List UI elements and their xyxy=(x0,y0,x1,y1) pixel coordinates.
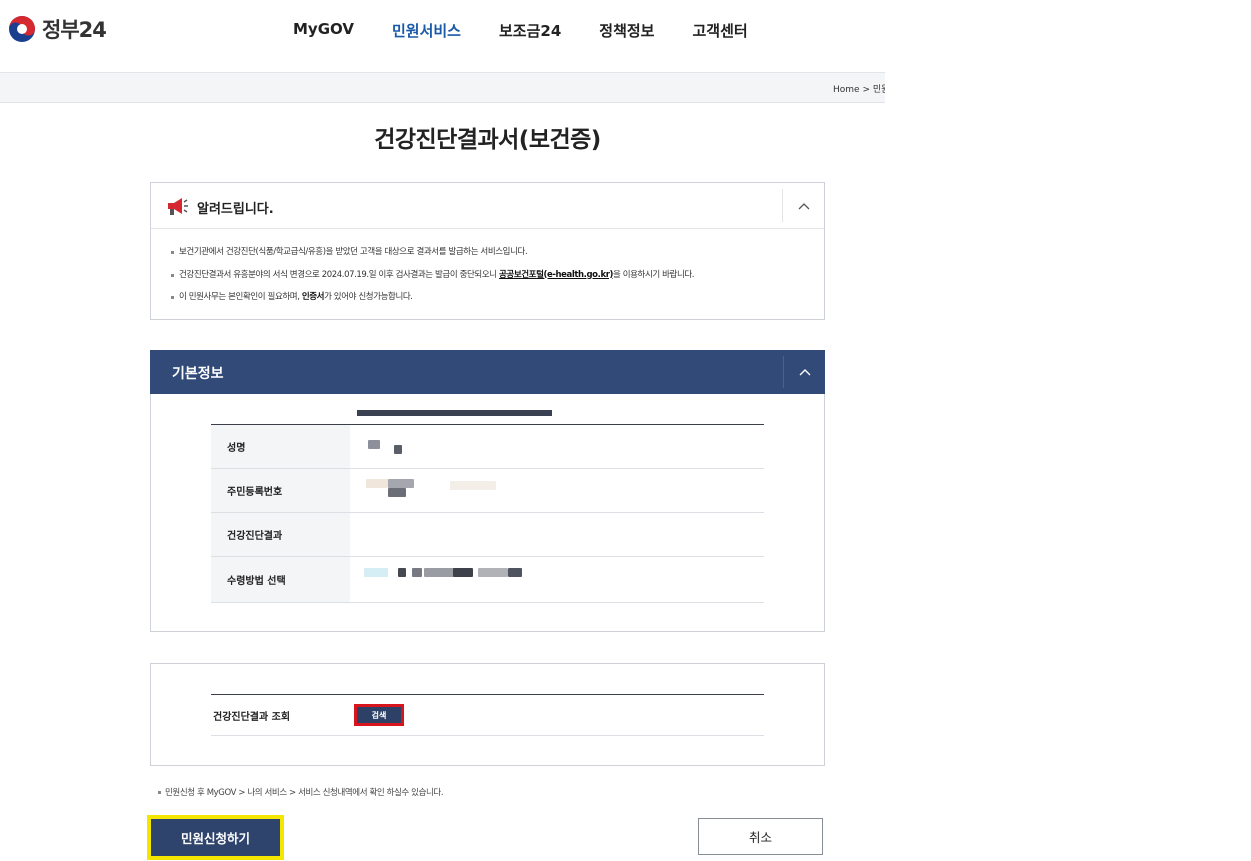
notice-list: 보건기관에서 건강진단(식품/학교급식/유흥)을 받았던 고객을 대상으로 결과… xyxy=(151,229,824,309)
nav-customer-center[interactable]: 고객센터 xyxy=(692,20,747,41)
receive-method-label: 수령방법 선택 xyxy=(211,557,350,602)
health-result-value xyxy=(350,513,551,556)
basic-info-body: 성명 주민등록번호 건강진단결과 수령방법 선택 xyxy=(150,394,825,632)
basic-info-table: 성명 주민등록번호 건강진단결과 수령방법 선택 xyxy=(211,425,764,603)
breadcrumb-bar: Home > 민원 xyxy=(0,72,885,103)
nav-policy-info[interactable]: 정책정보 xyxy=(599,20,654,41)
notice-title: 알려드립니다. xyxy=(197,202,274,217)
breadcrumb-home[interactable]: Home xyxy=(833,85,860,95)
breadcrumb-separator: > xyxy=(862,85,870,95)
chevron-up-icon xyxy=(798,202,809,209)
search-button[interactable]: 검색 xyxy=(357,707,401,723)
logo-text: 정부24 xyxy=(42,18,107,42)
site-header: 정부24 MyGOV 민원서비스 보조금24 정책정보 고객센터 xyxy=(0,0,1251,72)
table-row: 주민등록번호 xyxy=(211,469,764,513)
notice-item: 이 민원사무는 본인확인이 필요하며, 인증서가 있어야 신청가능합니다. xyxy=(171,286,824,309)
resident-number-value-redacted xyxy=(350,469,551,512)
table-row: 건강진단결과 조회 검색 xyxy=(211,695,764,736)
taegeuk-logo-icon xyxy=(9,16,35,42)
ehealth-portal-link[interactable]: 공공보건포털(e-health.go.kr) xyxy=(499,270,613,280)
cancel-button[interactable]: 취소 xyxy=(698,818,823,855)
notice-panel: 알려드립니다. 보건기관에서 건강진단(식품/학교급식/유흥)을 받았던 고객을… xyxy=(150,182,825,320)
notice-item-text: 을 이용하시기 바랍니다. xyxy=(612,269,695,280)
health-result-search-panel: 건강진단결과 조회 검색 xyxy=(150,663,825,766)
basic-info-title: 기본정보 xyxy=(172,366,224,382)
name-label: 성명 xyxy=(211,425,350,468)
breadcrumb: Home > 민원 xyxy=(833,82,885,95)
notice-item: 보건기관에서 건강진단(식품/학교급식/유흥)을 받았던 고객을 대상으로 결과… xyxy=(171,241,824,264)
main-nav: MyGOV 민원서비스 보조금24 정책정보 고객센터 xyxy=(293,20,786,41)
table-row: 건강진단결과 xyxy=(211,513,764,557)
notice-item-text: 이 민원사무는 본인확인이 필요하며, xyxy=(179,292,302,302)
notice-item-text: 건강진단결과서 유흥분야의 서식 변경으로 2024.07.19.일 이후 검사… xyxy=(179,269,499,280)
gov24-logo[interactable]: 정부24 xyxy=(8,14,107,44)
health-result-search-label: 건강진단결과 조회 xyxy=(213,712,291,723)
nav-civil-service[interactable]: 민원서비스 xyxy=(392,20,461,41)
nav-subsidy24[interactable]: 보조금24 xyxy=(499,20,561,41)
basic-info-header: 기본정보 xyxy=(150,350,825,394)
resident-number-label: 주민등록번호 xyxy=(211,469,350,512)
table-row: 성명 xyxy=(211,425,764,469)
basic-info-collapse-button[interactable] xyxy=(783,356,825,388)
name-value-redacted xyxy=(350,425,551,468)
table-row: 수령방법 선택 xyxy=(211,557,764,603)
page-title: 건강진단결과서(보건증) xyxy=(374,127,601,153)
breadcrumb-current[interactable]: 민원 xyxy=(873,85,885,95)
search-button-highlight: 검색 xyxy=(354,704,404,726)
notice-item: 건강진단결과서 유흥분야의 서식 변경으로 2024.07.19.일 이후 검사… xyxy=(171,264,824,287)
nav-mygov[interactable]: MyGOV xyxy=(293,20,354,41)
notice-item-bold: 인증서 xyxy=(301,292,325,302)
receive-method-value-redacted[interactable] xyxy=(350,557,551,602)
notice-header: 알려드립니다. xyxy=(151,183,824,229)
notice-item-text: 보건기관에서 건강진단(식품/학교급식/유흥)을 받았던 고객을 대상으로 결과… xyxy=(179,247,528,257)
megaphone-icon xyxy=(168,198,188,215)
footnote: 민원신청 후 MyGOV > 나의 서비스 > 서비스 신청내역에서 확인 하실… xyxy=(157,788,444,798)
health-result-label: 건강진단결과 xyxy=(211,513,350,556)
apply-button[interactable]: 민원신청하기 xyxy=(151,819,280,856)
notice-collapse-button[interactable] xyxy=(782,189,824,222)
redaction-bar xyxy=(357,410,552,416)
chevron-up-icon xyxy=(799,369,810,376)
notice-item-text: 가 있어야 신청가능합니다. xyxy=(324,292,413,302)
apply-button-highlight: 민원신청하기 xyxy=(147,815,284,860)
